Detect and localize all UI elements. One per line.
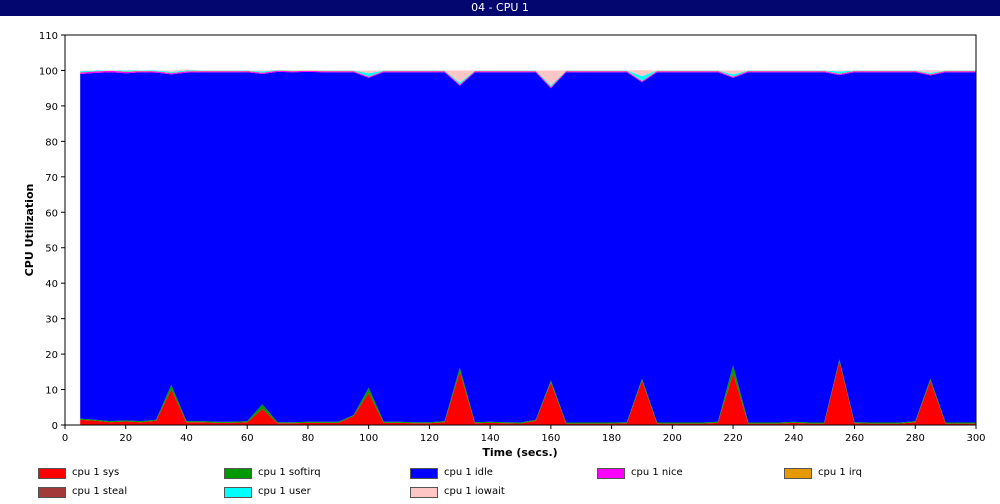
x-tick-label: 200 [663, 433, 682, 444]
cpu-utilization-chart: 0 20 40 60 80 100 120 140 160 180 200 220 240 260 280 3… [23, 31, 986, 459]
x-tick-label: 260 [845, 433, 864, 444]
legend-swatch [224, 486, 252, 498]
x-tick-label: 60 [241, 433, 254, 444]
y-tick-label: 50 [45, 244, 58, 255]
legend-swatch [410, 467, 438, 479]
legend-label: cpu 1 sys [72, 467, 120, 478]
window-title-bar: 04 - CPU 1 [0, 0, 1000, 16]
x-axis-label: Time (secs.) [482, 446, 557, 459]
legend-item: cpu 1 user [224, 485, 311, 499]
x-axis-ticks: 0 20 40 60 80 100 120 140 160 180 200 220 240 260 280 3… [62, 425, 986, 444]
legend-label: cpu 1 softirq [258, 467, 321, 478]
y-tick-label: 60 [45, 208, 58, 219]
legend-swatch [38, 467, 66, 479]
legend-item: cpu 1 irq [784, 466, 862, 480]
x-tick-label: 80 [302, 433, 315, 444]
x-tick-label: 40 [180, 433, 193, 444]
legend-label: cpu 1 irq [818, 467, 862, 478]
y-tick-label: 30 [45, 315, 58, 326]
x-tick-label: 180 [602, 433, 621, 444]
legend-label: cpu 1 iowait [444, 486, 505, 497]
legend-item: cpu 1 sys [38, 466, 119, 480]
legend-swatch [38, 486, 66, 498]
legend-item: cpu 1 idle [410, 466, 493, 480]
y-tick-label: 20 [45, 350, 58, 361]
window-title: 04 - CPU 1 [471, 1, 529, 14]
legend-label: cpu 1 nice [631, 467, 683, 478]
legend-swatch [410, 486, 438, 498]
y-tick-label: 90 [45, 102, 58, 113]
y-tick-label: 10 [45, 386, 58, 397]
legend-item: cpu 1 softirq [224, 466, 321, 480]
x-tick-label: 100 [359, 433, 378, 444]
y-tick-label: 100 [39, 66, 58, 77]
chart-legend: cpu 1 sys cpu 1 softirq cpu 1 idle cpu 1 ni… [0, 464, 1000, 504]
y-tick-label: 40 [45, 279, 58, 290]
legend-swatch [224, 467, 252, 479]
legend-item: cpu 1 steal [38, 485, 127, 499]
y-axis-ticks: 0 10 20 30 40 50 60 70 80 90 100 110 [39, 31, 65, 432]
y-tick-label: 70 [45, 173, 58, 184]
y-tick-label: 80 [45, 137, 58, 148]
x-tick-label: 120 [420, 433, 439, 444]
legend-swatch [597, 467, 625, 479]
legend-item: cpu 1 nice [597, 466, 683, 480]
stacked-areas [80, 69, 976, 425]
legend-swatch [784, 467, 812, 479]
x-tick-label: 220 [724, 433, 743, 444]
legend-label: cpu 1 steal [72, 486, 128, 497]
x-tick-label: 280 [906, 433, 925, 444]
y-tick-label: 110 [39, 31, 58, 42]
legend-item: cpu 1 iowait [410, 485, 505, 499]
x-tick-label: 140 [481, 433, 500, 444]
x-tick-label: 0 [62, 433, 68, 444]
x-tick-label: 240 [784, 433, 803, 444]
legend-label: cpu 1 idle [444, 467, 493, 478]
y-tick-label: 0 [52, 421, 58, 432]
legend-label: cpu 1 user [258, 486, 311, 497]
x-tick-label: 300 [966, 433, 985, 444]
x-tick-label: 20 [119, 433, 132, 444]
x-tick-label: 160 [541, 433, 560, 444]
y-axis-label: CPU Utilization [23, 184, 36, 277]
